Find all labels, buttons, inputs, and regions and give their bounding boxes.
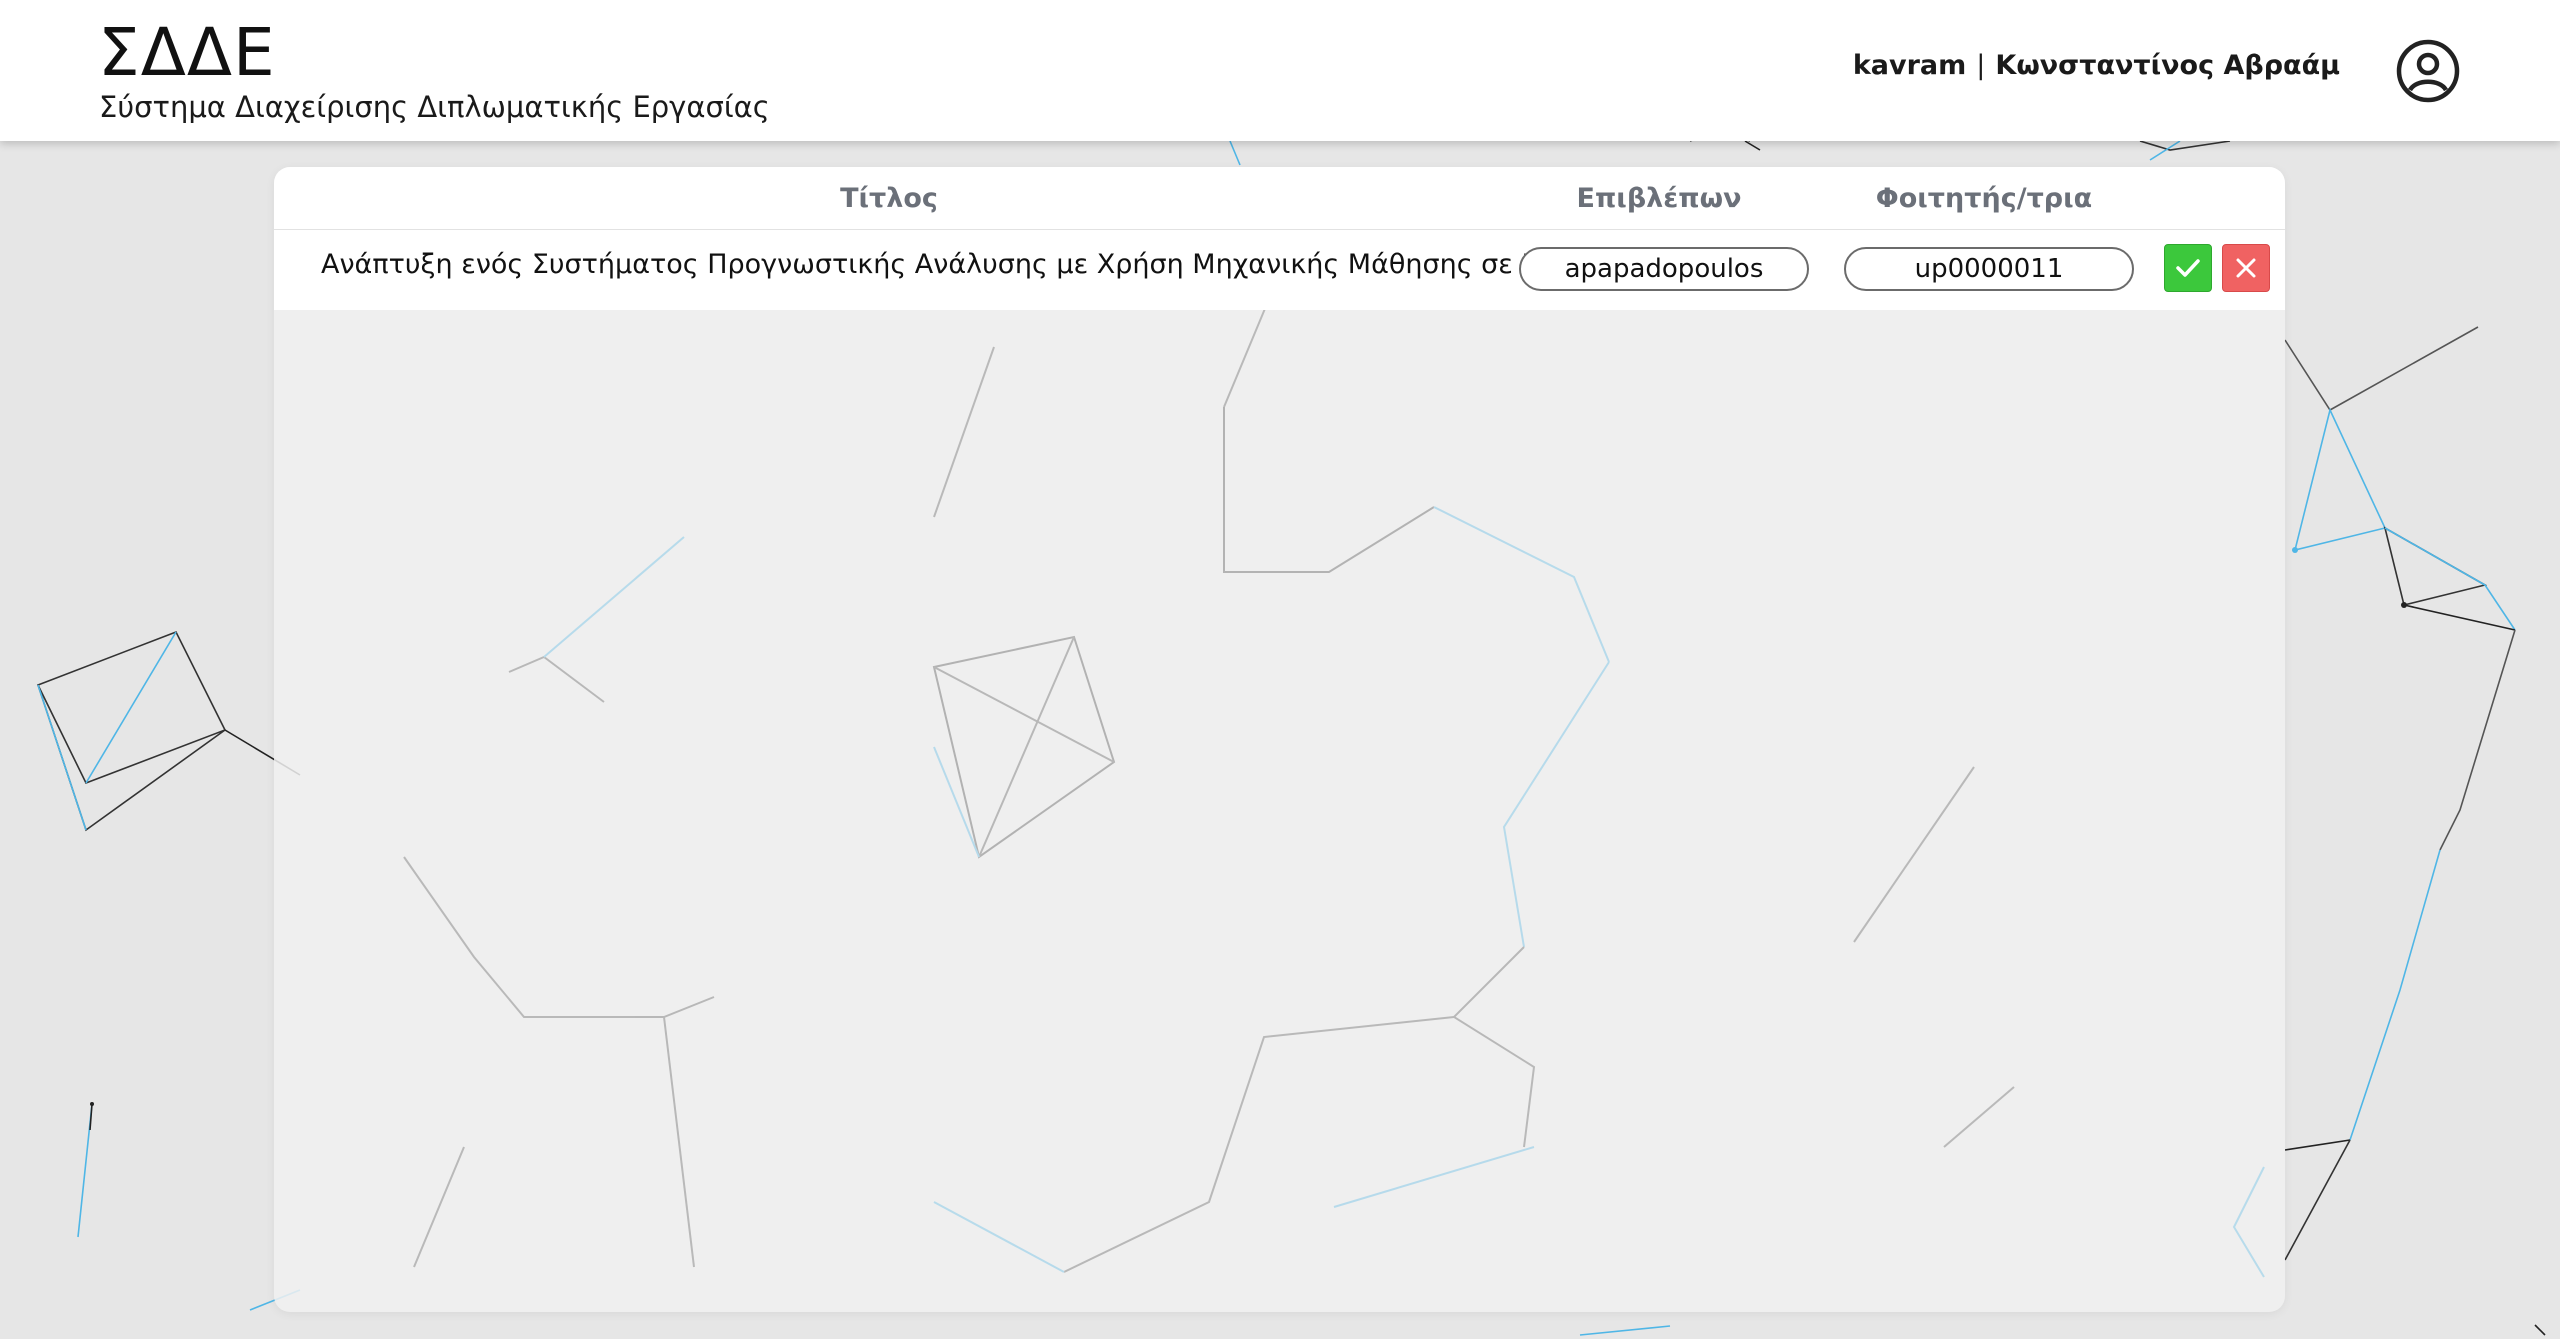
reject-button[interactable] <box>2222 244 2270 292</box>
accept-button[interactable] <box>2164 244 2212 292</box>
table-row: Ανάπτυξη ενός Συστήματος Προγνωστικής Αν… <box>274 230 2285 310</box>
column-header-student: Φοιτητής/τρια <box>1875 183 2093 214</box>
supervisor-field: apapadopoulos <box>1519 247 1809 291</box>
student-field: up0000011 <box>1844 247 2134 291</box>
username: kavram <box>1852 50 1967 81</box>
brand-title: ΣΔΔΕ <box>98 14 276 91</box>
brand-subtitle: Σύστημα Διαχείρισης Διπλωματικής Εργασία… <box>99 90 770 124</box>
column-header-title: Τίτλος <box>840 183 938 214</box>
check-icon <box>2176 259 2200 277</box>
theses-panel: Τίτλος Επιβλέπων Φοιτητής/τρια Ανάπτυξη … <box>274 167 2285 1312</box>
table-header: Τίτλος Επιβλέπων Φοιτητής/τρια <box>274 167 2285 230</box>
app-header: ΣΔΔΕ Σύστημα Διαχείρισης Διπλωματικής Ερ… <box>0 0 2560 141</box>
column-header-supervisor: Επιβλέπων <box>1576 183 1742 214</box>
user-full-name: Κωνσταντίνος Αβραάμ <box>1995 50 2340 81</box>
user-separator: | <box>1976 50 1986 81</box>
user-info: kavram | Κωνσταντίνος Αβραάμ <box>1853 50 2340 81</box>
thesis-title: Ανάπτυξη ενός Συστήματος Προγνωστικής Αν… <box>321 249 1647 280</box>
close-icon <box>2236 258 2256 278</box>
account-circle-icon[interactable] <box>2396 39 2460 103</box>
panel-background-pattern <box>403 286 2265 1278</box>
